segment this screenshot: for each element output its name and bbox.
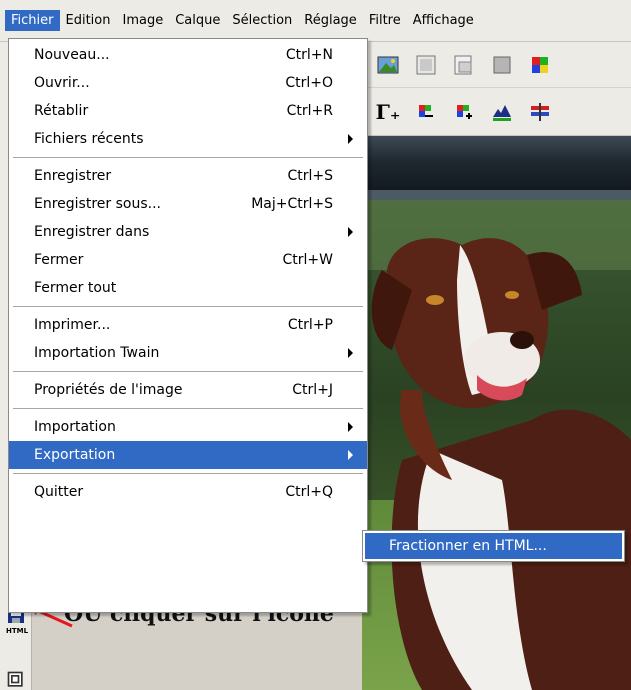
- toolbar-row-1: [362, 42, 631, 88]
- menubar-item-image[interactable]: Image: [116, 10, 169, 31]
- menubar-item-affichage[interactable]: Affichage: [407, 10, 480, 31]
- menu-separator: [13, 371, 363, 372]
- menu-item-shortcut: Ctrl+S: [287, 168, 333, 184]
- menu-bar: Fichier Edition Image Calque Sélection Réglag…: [0, 0, 631, 42]
- menu-item-shortcut: Ctrl+J: [292, 382, 333, 398]
- menu-item-label: Exportation: [34, 447, 116, 463]
- menu-item-label: Rétablir: [34, 103, 89, 119]
- menu-item-label: Fermer tout: [34, 280, 117, 296]
- menu-item-shortcut: Ctrl+W: [282, 252, 333, 268]
- color-plus-icon[interactable]: [452, 100, 476, 124]
- menu-separator: [13, 473, 363, 474]
- menu-item-label: Enregistrer sous...: [34, 196, 161, 212]
- menu-item-retablir[interactable]: Rétablir Ctrl+R: [9, 97, 367, 125]
- menu-item-shortcut: Ctrl+O: [285, 75, 333, 91]
- menu-item-enregistrer-sous[interactable]: Enregistrer sous... Maj+Ctrl+S: [9, 190, 367, 218]
- menu-separator: [13, 157, 363, 158]
- menu-item-importation-twain[interactable]: Importation Twain: [9, 339, 367, 367]
- export-submenu: Fractionner en HTML...: [362, 530, 625, 562]
- menu-item-shortcut: Ctrl+R: [286, 103, 333, 119]
- menu-item-enregistrer[interactable]: Enregistrer Ctrl+S: [9, 162, 367, 190]
- menu-item-shortcut: Maj+Ctrl+S: [251, 196, 333, 212]
- menu-item-shortcut: Ctrl+N: [285, 47, 333, 63]
- histogram-icon[interactable]: [490, 100, 514, 124]
- submenu-arrow-icon: [348, 348, 353, 358]
- menu-item-label: Importation Twain: [34, 345, 160, 361]
- menu-item-label: Nouveau...: [34, 47, 110, 63]
- image-export-icon[interactable]: [452, 53, 476, 77]
- submenu-arrow-icon: [348, 227, 353, 237]
- color-palette-icon[interactable]: [528, 53, 552, 77]
- menu-item-label: Ouvrir...: [34, 75, 90, 91]
- submenu-arrow-icon: [348, 134, 353, 144]
- menubar-item-fichier[interactable]: Fichier: [5, 10, 60, 31]
- menu-item-label: Enregistrer dans: [34, 224, 150, 240]
- menu-item-label: Fichiers récents: [34, 131, 144, 147]
- menu-item-imprimer[interactable]: Imprimer... Ctrl+P: [9, 311, 367, 339]
- toolbar-row-2: Γ₊: [362, 88, 631, 136]
- image-window-titlebar: [362, 136, 631, 200]
- menu-item-label: Fermer: [34, 252, 84, 268]
- file-menu-dropdown: Nouveau... Ctrl+N Ouvrir... Ctrl+O Rétablir C…: [8, 38, 368, 613]
- menu-item-quitter[interactable]: Quitter Ctrl+Q: [9, 478, 367, 506]
- menubar-item-reglage[interactable]: Réglage: [298, 10, 363, 31]
- adjust-bars-icon[interactable]: [528, 100, 552, 124]
- submenu-arrow-icon: [348, 422, 353, 432]
- gamma-icon[interactable]: Γ₊: [376, 100, 401, 124]
- menu-item-shortcut: Ctrl+Q: [285, 484, 333, 500]
- menu-item-shortcut: Ctrl+P: [287, 317, 333, 333]
- menu-separator: [13, 408, 363, 409]
- image-landscape-icon[interactable]: [376, 53, 400, 77]
- menu-item-nouveau[interactable]: Nouveau... Ctrl+N: [9, 41, 367, 69]
- menu-item-enregistrer-dans[interactable]: Enregistrer dans: [9, 218, 367, 246]
- menu-item-fractionner-html[interactable]: Fractionner en HTML...: [365, 533, 622, 559]
- menu-item-ouvrir[interactable]: Ouvrir... Ctrl+O: [9, 69, 367, 97]
- menu-item-label: Propriétés de l'image: [34, 382, 183, 398]
- menubar-item-calque[interactable]: Calque: [169, 10, 226, 31]
- menu-item-fermer-tout[interactable]: Fermer tout: [9, 274, 367, 302]
- menubar-item-filtre[interactable]: Filtre: [363, 10, 407, 31]
- menu-item-label: Enregistrer: [34, 168, 112, 184]
- menubar-item-edition[interactable]: Edition: [60, 10, 117, 31]
- menu-item-label: Imprimer...: [34, 317, 111, 333]
- color-levels-icon[interactable]: [414, 100, 438, 124]
- menu-item-importation[interactable]: Importation: [9, 413, 367, 441]
- menubar-item-selection[interactable]: Sélection: [226, 10, 298, 31]
- menu-item-proprietes-de-l-image[interactable]: Propriétés de l'image Ctrl+J: [9, 376, 367, 404]
- gray-square-icon[interactable]: [490, 53, 514, 77]
- menu-item-label: Quitter: [34, 484, 84, 500]
- image-grid-icon[interactable]: [414, 53, 438, 77]
- menu-item-fermer[interactable]: Fermer Ctrl+W: [9, 246, 367, 274]
- frame-icon[interactable]: [6, 670, 30, 690]
- dog-photo: [362, 200, 631, 690]
- submenu-arrow-icon: [348, 450, 353, 460]
- menu-separator: [13, 306, 363, 307]
- menu-item-exportation[interactable]: Exportation: [9, 441, 367, 469]
- menu-item-label: Importation: [34, 419, 116, 435]
- menu-item-fichiers-recents[interactable]: Fichiers récents: [9, 125, 367, 153]
